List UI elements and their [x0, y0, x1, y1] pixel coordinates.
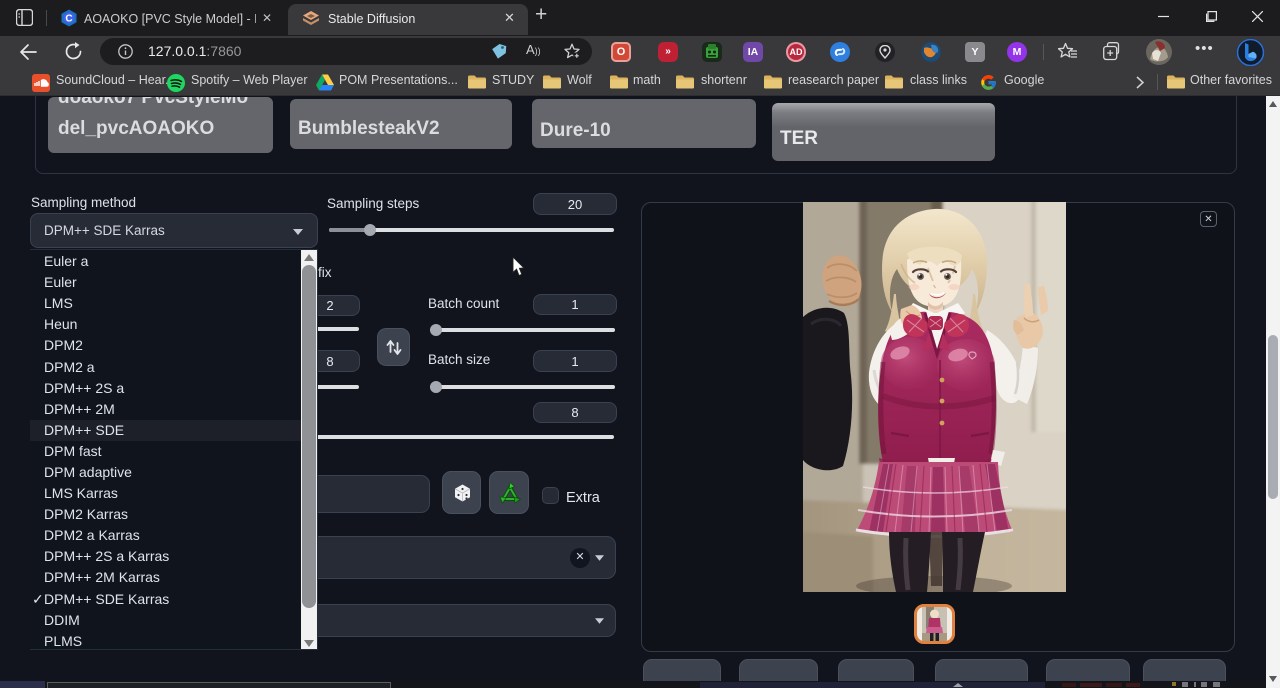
svg-text:C: C [65, 14, 72, 25]
